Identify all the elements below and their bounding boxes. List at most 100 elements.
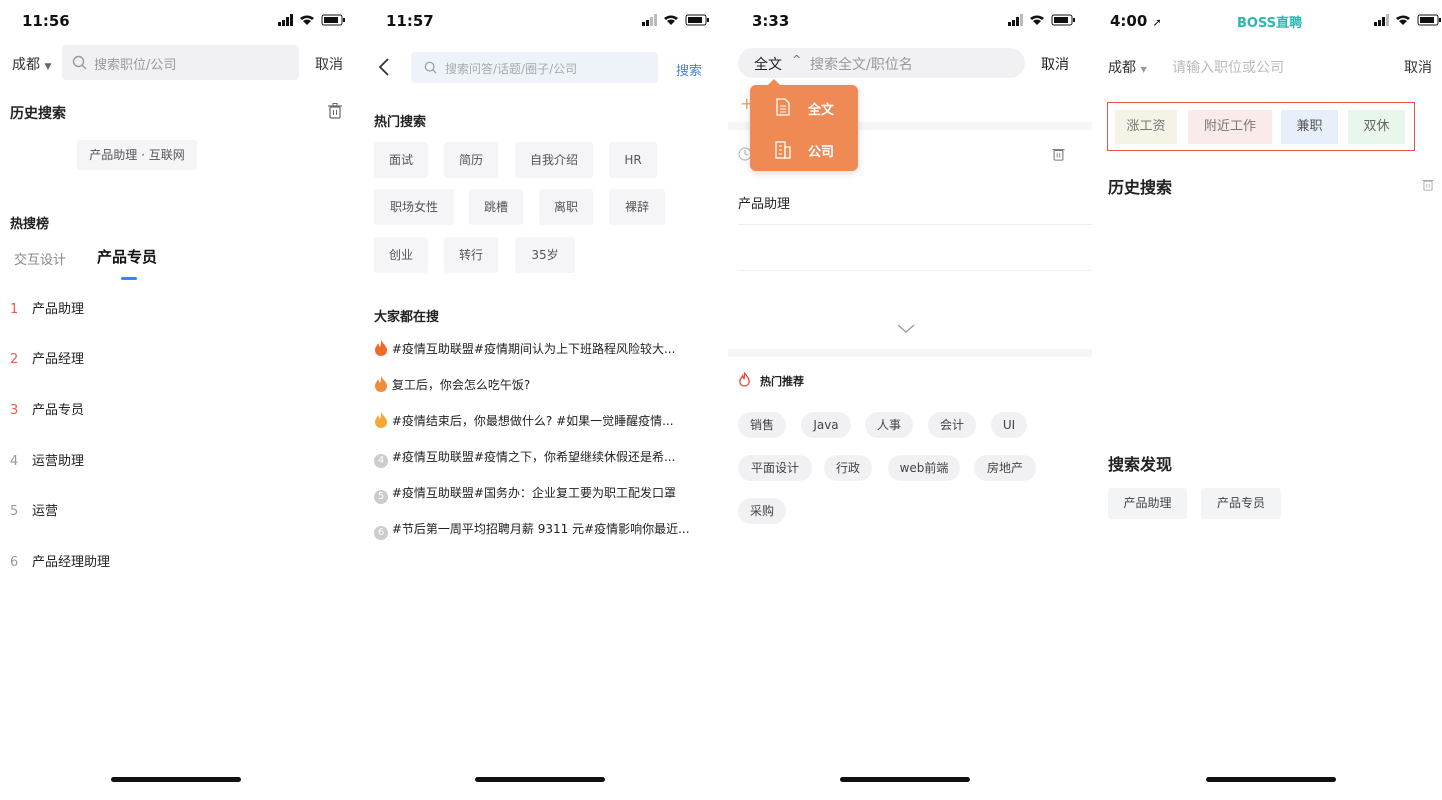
home-indicator [1206, 777, 1336, 782]
hot-title: 热搜榜 [10, 217, 50, 232]
topic-text: #疫情互助联盟#国务办：企业复工要为职工配发口罩 [391, 486, 676, 500]
trash-icon[interactable] [1052, 147, 1065, 161]
list-item[interactable]: 4 #疫情互助联盟#疫情之下，你希望继续休假还是希... [374, 448, 719, 468]
trash-icon[interactable] [1422, 178, 1434, 191]
topic-text: #疫情结束后，你最想做什么? #如果一觉睡醒疫情... [391, 414, 674, 428]
search-button[interactable]: 搜索 [676, 60, 702, 79]
rank-number: 6 [10, 555, 19, 570]
hot-chip[interactable]: 跳槽 [469, 189, 523, 225]
caret-down-icon: ▼ [1140, 65, 1147, 74]
hot-pill[interactable]: web前端 [888, 455, 960, 481]
city-selector[interactable]: 成都 ▼ [12, 54, 51, 74]
list-item[interactable]: #疫情互助联盟#疫情期间认为上下班路程风险较大... [374, 340, 719, 357]
rank-number: 3 [10, 403, 19, 418]
hot-pill[interactable]: 人事 [865, 412, 913, 438]
hot-pill[interactable]: 行政 [824, 455, 872, 481]
rank-label: 运营 [32, 504, 59, 519]
history-item[interactable]: 产品助理 [738, 193, 790, 212]
hot-chip[interactable]: 自我介绍 [515, 142, 593, 178]
rank-number: 1 [10, 302, 19, 317]
everyone-search-title: 大家都在搜 [374, 310, 440, 325]
dropdown-arrow [768, 79, 780, 85]
hot-pill[interactable]: 会计 [928, 412, 976, 438]
dropdown-item-fulltext[interactable]: 全文 [750, 91, 858, 125]
scope-selector[interactable]: 全文 [754, 54, 782, 74]
discover-chip[interactable]: 产品助理 [1108, 488, 1187, 519]
cancel-button[interactable]: 取消 [315, 54, 343, 74]
hot-chip[interactable]: 裸辞 [609, 189, 665, 225]
divider [738, 224, 1092, 225]
search-icon [72, 55, 87, 70]
home-indicator [840, 777, 970, 782]
topic-text: #疫情互助联盟#疫情之下，你希望继续休假还是希... [391, 450, 676, 464]
search-input[interactable]: 搜索职位/公司 [62, 45, 299, 80]
hot-chip[interactable]: 转行 [444, 237, 498, 273]
search-input[interactable]: 请输入职位或公司 [1172, 57, 1284, 77]
hot-chip[interactable]: 离职 [539, 189, 593, 225]
chevron-down-icon[interactable] [897, 324, 915, 334]
document-icon [776, 98, 790, 116]
cancel-button[interactable]: 取消 [1041, 54, 1069, 74]
dropdown-label: 公司 [808, 145, 835, 160]
topic-text: #节后第一周平均招聘月薪 9311 元#疫情影响你最近... [391, 522, 690, 536]
screen-boss-search: 4:00 ➚ BOSS直聘 成都 ▼ 请输入职位或公司 取消 涨工资 附近工作 … [1092, 0, 1442, 800]
discover-title: 搜索发现 [1108, 455, 1173, 474]
hot-chip[interactable]: HR [609, 142, 657, 178]
rank-label: 产品经理 [32, 352, 85, 367]
hot-pill[interactable]: 平面设计 [738, 455, 812, 481]
rank-label: 运营助理 [32, 454, 85, 469]
divider [738, 270, 1092, 271]
status-time: 11:56 [22, 12, 70, 30]
hot-recommend-title: 热门推荐 [760, 375, 804, 388]
hot-pill[interactable]: Java [801, 412, 851, 438]
hot-chip[interactable]: 面试 [374, 142, 428, 178]
city-label: 成都 [1108, 60, 1136, 76]
quick-tag[interactable]: 涨工资 [1115, 110, 1177, 144]
list-item[interactable]: #疫情结束后，你最想做什么? #如果一觉睡醒疫情... [374, 412, 719, 429]
search-input[interactable]: 全文 ^ 搜索全文/职位名 [738, 48, 1025, 78]
city-selector[interactable]: 成都 ▼ [1108, 57, 1147, 77]
hot-chip[interactable]: 简历 [444, 142, 498, 178]
dropdown-item-company[interactable]: 公司 [750, 133, 858, 167]
quick-tag[interactable]: 兼职 [1281, 110, 1338, 144]
hot-pill[interactable]: UI [991, 412, 1027, 438]
list-item[interactable]: 复工后，你会怎么吃午饭? [374, 376, 719, 393]
trash-icon[interactable] [328, 103, 342, 119]
list-item[interactable]: 5 #疫情互助联盟#国务办：企业复工要为职工配发口罩 [374, 484, 719, 504]
list-item[interactable]: 3 产品专员 [10, 399, 84, 418]
divider [728, 349, 1092, 357]
time-label: 4:00 [1110, 12, 1148, 30]
list-item[interactable]: 2 产品经理 [10, 348, 84, 367]
tab-product-specialist[interactable]: 产品专员 [97, 246, 157, 267]
back-arrow-icon[interactable] [378, 58, 390, 76]
history-chip[interactable]: 产品助理 · 互联网 [77, 140, 197, 170]
quick-tag[interactable]: 双休 [1348, 110, 1405, 144]
status-icons [1374, 14, 1441, 26]
hot-chip[interactable]: 35岁 [515, 237, 575, 273]
hot-chip[interactable]: 创业 [374, 237, 428, 273]
hot-pill[interactable]: 采购 [738, 498, 786, 524]
list-item[interactable]: 6 #节后第一周平均招聘月薪 9311 元#疫情影响你最近... [374, 520, 719, 540]
cancel-button[interactable]: 取消 [1404, 57, 1432, 77]
search-input[interactable]: 搜索问答/话题/圈子/公司 [411, 52, 658, 83]
tab-interaction-design[interactable]: 交互设计 [14, 249, 66, 268]
hot-search-title: 热门搜索 [374, 115, 427, 130]
location-arrow-icon: ➚ [1152, 16, 1162, 29]
list-item[interactable]: 4 运营助理 [10, 450, 84, 469]
status-icons [1008, 14, 1075, 26]
search-placeholder: 搜索问答/话题/圈子/公司 [445, 62, 578, 76]
screen-community-search: 11:57 搜索问答/话题/圈子/公司 搜索 热门搜索 面试 简历 自我介绍 H… [364, 0, 728, 800]
list-item[interactable]: 1 产品助理 [10, 298, 84, 317]
list-item[interactable]: 5 运营 [10, 500, 58, 519]
hot-chip[interactable]: 职场女性 [374, 189, 454, 225]
search-placeholder: 搜索全文/职位名 [810, 57, 913, 73]
hot-pill[interactable]: 销售 [738, 412, 786, 438]
hot-pill[interactable]: 房地产 [974, 455, 1036, 481]
home-indicator [475, 777, 605, 782]
dropdown-label: 全文 [808, 103, 835, 118]
list-item[interactable]: 6 产品经理助理 [10, 551, 110, 570]
status-time: 4:00 ➚ [1110, 12, 1162, 30]
caret-down-icon: ▼ [44, 62, 52, 72]
discover-chip[interactable]: 产品专员 [1201, 488, 1281, 519]
quick-tag[interactable]: 附近工作 [1188, 110, 1272, 144]
